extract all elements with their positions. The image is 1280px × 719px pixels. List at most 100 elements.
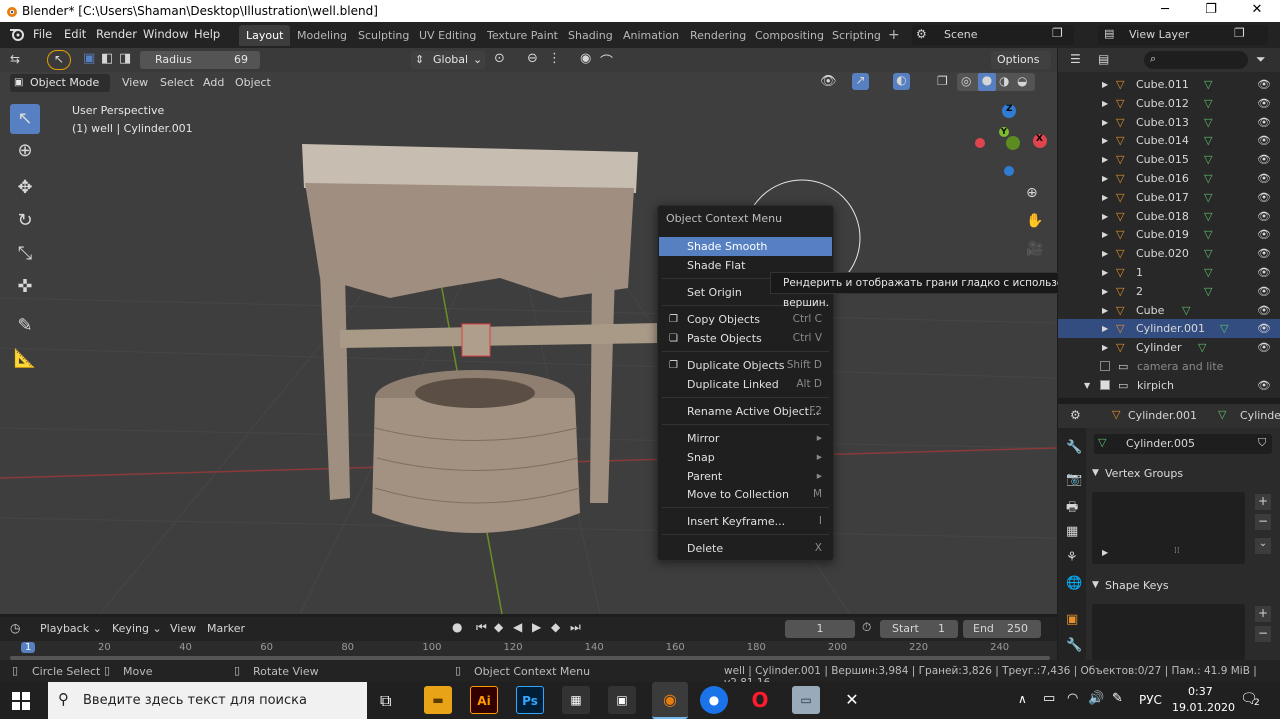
rotate-tool-icon[interactable]: ↻ xyxy=(10,206,40,236)
tab-uv-editing[interactable]: UV Editing xyxy=(412,25,483,46)
collapse-arrow-icon[interactable]: ▼ xyxy=(1092,468,1099,478)
scene-selector[interactable]: ⚙ Scene ❐ xyxy=(912,25,1074,45)
vertex-groups-list[interactable]: ▶ ⁞⁞ xyxy=(1092,492,1245,564)
pan-hand-icon[interactable]: ✋ xyxy=(1026,213,1043,229)
illustrator-icon[interactable]: Ai xyxy=(470,686,498,714)
outliner-row[interactable]: ▶ ▽ Cube ▽ 👁 xyxy=(1058,301,1280,320)
menu-item-parent[interactable]: Parent ▸ xyxy=(659,467,832,486)
modifier-tab-icon[interactable]: 🔧 xyxy=(1066,638,1082,653)
tab-scripting[interactable]: Scripting xyxy=(825,25,888,46)
photoshop-icon[interactable]: Ps xyxy=(516,686,544,714)
expand-arrow-icon[interactable]: ▶ xyxy=(1102,263,1108,282)
render-tab-icon[interactable]: 📷 xyxy=(1066,472,1082,487)
outliner-row[interactable]: ▶ ▽ Cube.020 ▽ 👁 xyxy=(1058,244,1280,263)
vertex-groups-panel[interactable]: Vertex Groups xyxy=(1105,467,1183,480)
copy-scene-icon[interactable]: ❐ xyxy=(1052,26,1063,40)
blender-taskbar-icon[interactable]: ◉ xyxy=(652,682,688,719)
visibility-eye-icon[interactable]: 👁 xyxy=(1257,338,1271,357)
tray-chevron-icon[interactable]: ∧ xyxy=(1018,692,1027,706)
mesh-data-icon[interactable]: ▽ xyxy=(1220,319,1228,338)
mesh-data-icon[interactable]: ▽ xyxy=(1204,113,1212,132)
visibility-eye-icon[interactable]: 👁 xyxy=(1257,131,1271,150)
next-keyframe-icon[interactable]: ◆ xyxy=(551,620,560,634)
view-layer-selector[interactable]: ▤ View Layer ❐ xyxy=(1098,25,1268,45)
menu-edit[interactable]: Edit xyxy=(64,27,86,41)
blender-menu-icon[interactable] xyxy=(9,27,25,41)
timeline-menu-keying[interactable]: Keying ⌄ xyxy=(112,622,162,635)
expand-arrow-icon[interactable]: ▶ xyxy=(1102,338,1108,357)
tab-modeling[interactable]: Modeling xyxy=(290,25,354,46)
outliner-row[interactable]: ▶ ▽ Cube.015 ▽ 👁 xyxy=(1058,150,1280,169)
outliner-row[interactable]: ▶ ▽ Cylinder ▽ 👁 xyxy=(1058,338,1280,357)
remote-app-icon[interactable]: ▭ xyxy=(792,686,820,714)
filter-icon[interactable]: ⏷ xyxy=(1256,52,1266,67)
timeline-menu-playback[interactable]: Playback ⌄ xyxy=(40,622,102,635)
jump-start-icon[interactable]: ⏮ xyxy=(476,620,487,635)
expand-arrow-icon[interactable]: ▶ xyxy=(1102,169,1108,188)
tab-texture-paint[interactable]: Texture Paint xyxy=(480,25,565,46)
minimize-button[interactable]: ─ xyxy=(1142,0,1188,22)
timeline-editor-icon[interactable]: ◷ xyxy=(10,621,20,635)
windows-start-icon[interactable] xyxy=(12,692,30,710)
menu-item-insert-keyframe[interactable]: Insert Keyframe... I xyxy=(659,512,832,531)
timeline-menu-marker[interactable]: Marker xyxy=(207,622,245,635)
clock-date[interactable]: 19.01.2020 xyxy=(1172,701,1235,714)
outliner-row[interactable]: ▶ ▽ Cube.012 ▽ 👁 xyxy=(1058,94,1280,113)
menu-item-shade-smooth[interactable]: Shade Smooth xyxy=(659,237,832,256)
menu-window[interactable]: Window xyxy=(143,27,188,41)
remove-vertex-group-button[interactable]: − xyxy=(1255,514,1271,530)
opera-icon[interactable]: O xyxy=(746,686,774,714)
world-tab-icon[interactable]: 🌐 xyxy=(1066,576,1082,591)
volume-icon[interactable]: 🔊 xyxy=(1088,691,1104,706)
tab-animation[interactable]: Animation xyxy=(616,25,686,46)
menu-file[interactable]: File xyxy=(33,27,52,41)
remove-shape-key-button[interactable]: − xyxy=(1255,626,1271,642)
clock-time[interactable]: 0:37 xyxy=(1188,685,1213,698)
vertex-group-specials-icon[interactable]: ⌄ xyxy=(1255,538,1271,554)
outliner-row[interactable]: ▶ ▽ Cube.018 ▽ 👁 xyxy=(1058,207,1280,226)
menu-item-snap[interactable]: Snap ▸ xyxy=(659,448,832,467)
menu-item-duplicate-linked[interactable]: Duplicate Linked Alt D xyxy=(659,375,832,394)
add-vertex-group-button[interactable]: + xyxy=(1255,494,1271,510)
outliner-search-input[interactable]: ⌕ xyxy=(1144,51,1248,69)
visibility-eye-icon[interactable]: 👁 xyxy=(1257,319,1271,338)
shape-keys-panel[interactable]: Shape Keys xyxy=(1105,579,1169,592)
visibility-eye-icon[interactable]: 👁 xyxy=(1257,169,1271,188)
3d-viewport[interactable]: ⇆ ↖ ▣ ◧ ◨ Radius 69 ⇕ Global ⌄ ⊙ ⊖ ⋮ ◉ ⌒… xyxy=(0,48,1057,614)
stopwatch-icon[interactable]: ⏱ xyxy=(862,620,871,635)
outliner-row[interactable]: ▶ ▽ Cube.016 ▽ 👁 xyxy=(1058,169,1280,188)
menu-item-delete[interactable]: Delete X xyxy=(659,539,832,558)
shape-keys-list[interactable] xyxy=(1092,604,1245,660)
tool-tab-icon[interactable]: 🔧 xyxy=(1066,440,1082,455)
output-tab-icon[interactable]: 🖶 xyxy=(1066,498,1078,520)
add-shape-key-button[interactable]: + xyxy=(1255,606,1271,622)
outliner-row[interactable]: ▼ ▭ kirpich 👁 xyxy=(1058,376,1280,395)
mesh-data-icon[interactable]: ▽ xyxy=(1204,188,1212,207)
maximize-button[interactable]: ❐ xyxy=(1188,0,1234,22)
visibility-eye-icon[interactable]: 👁 xyxy=(1257,282,1271,301)
mesh-data-icon[interactable]: ▽ xyxy=(1204,150,1212,169)
scale-tool-icon[interactable]: ⤡ xyxy=(10,239,40,269)
task-view-icon[interactable]: ⧉ xyxy=(380,691,391,711)
calendar-app-icon[interactable]: ▦ xyxy=(562,686,590,714)
tab-sculpting[interactable]: Sculpting xyxy=(351,25,416,46)
visibility-eye-icon[interactable]: 👁 xyxy=(1257,75,1271,94)
outliner-row[interactable]: ▶ ▽ Cube.013 ▽ 👁 xyxy=(1058,113,1280,132)
expand-arrow-icon[interactable]: ▶ xyxy=(1102,188,1108,207)
collapse-arrow-icon[interactable]: ▼ xyxy=(1084,376,1090,395)
menu-item-move-to-collection[interactable]: Move to Collection M xyxy=(659,485,832,504)
copy-view-layer-icon[interactable]: ❐ xyxy=(1234,26,1245,40)
current-frame-field[interactable]: 1 xyxy=(785,620,855,638)
expand-arrow-icon[interactable]: ▶ xyxy=(1102,282,1108,301)
outliner-row[interactable]: ▶ ▽ Cube.019 ▽ 👁 xyxy=(1058,225,1280,244)
wifi-icon[interactable]: ◠ xyxy=(1067,691,1078,706)
expand-arrow-icon[interactable]: ▶ xyxy=(1102,75,1108,94)
collection-checkbox[interactable] xyxy=(1100,379,1110,390)
tab-compositing[interactable]: Compositing xyxy=(748,25,831,46)
tab-shading[interactable]: Shading xyxy=(561,25,620,46)
game-app-icon[interactable]: ✕ xyxy=(838,686,866,714)
film-app-icon[interactable]: ▣ xyxy=(608,686,636,714)
outliner-row[interactable]: ▭ camera and lite xyxy=(1058,357,1280,376)
mesh-data-field[interactable]: ▽ Cylinder.005 ⛉ xyxy=(1094,434,1272,454)
menu-item-duplicate-objects[interactable]: ❐ Duplicate Objects Shift D xyxy=(659,356,832,375)
